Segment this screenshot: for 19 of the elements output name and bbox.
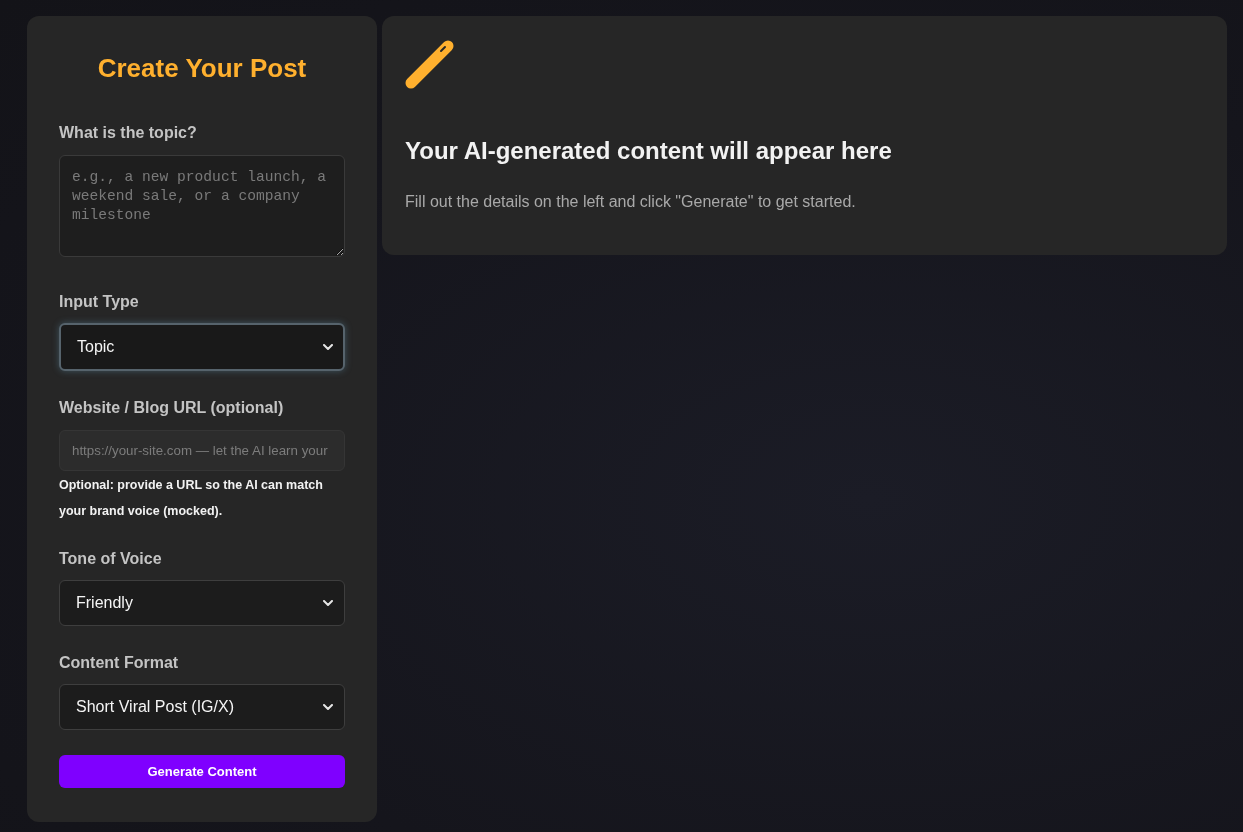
field-label: Tone of Voice [59, 549, 163, 569]
dropdown-select[interactable]: Short Viral Post (IG/X) [59, 684, 345, 730]
field-label: Website / Blog URL (optional) [59, 398, 285, 418]
empty-state-text: Fill out the details on the left and click "Generate" to get started. [405, 192, 857, 212]
generate-button[interactable]: Generate Content [59, 755, 345, 788]
form-title: Create Your Post [96, 52, 308, 85]
wand-icon [405, 40, 455, 89]
url-input[interactable]: https://your-site.com — let the AI learn your [59, 430, 345, 471]
chevron-icon [323, 600, 333, 606]
dropdown-select[interactable]: Topic [59, 323, 345, 371]
dropdown-select[interactable]: Friendly [59, 580, 345, 626]
empty-state-heading: Your AI-generated content will appear here [405, 136, 893, 166]
field-label: Content Format [59, 653, 180, 673]
chevron-icon [323, 704, 333, 710]
field-label: What is the topic? [59, 123, 198, 143]
help-text: Optional: provide a URL so the AI can match your brand voice (mocked). [59, 477, 324, 520]
chevron-icon [323, 344, 333, 350]
field-label: Input Type [59, 292, 140, 312]
topic-textarea[interactable]: e.g., a new product launch, a weekend sale, or a company milestone [59, 155, 345, 257]
